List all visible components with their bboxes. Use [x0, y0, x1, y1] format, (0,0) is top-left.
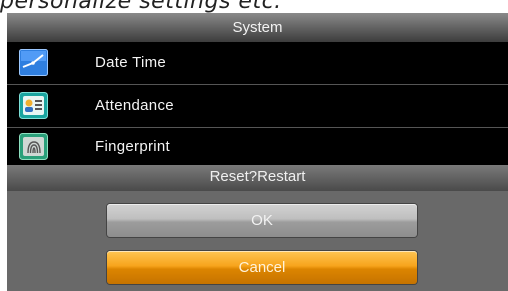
- ok-button[interactable]: OK: [107, 204, 417, 237]
- cancel-button[interactable]: Cancel: [107, 251, 417, 284]
- clock-icon: [19, 49, 48, 76]
- caption-text: personalize settings etc.: [0, 0, 282, 14]
- screen-title: System: [7, 13, 508, 42]
- menu-item-label: Date Time: [95, 54, 167, 71]
- fingerprint-icon: [19, 133, 48, 160]
- menu-item-fingerprint[interactable]: Fingerprint: [7, 128, 508, 165]
- dialog-title: Reset?Restart: [7, 165, 508, 191]
- attendance-icon: [19, 92, 48, 119]
- reset-dialog: Reset?Restart OK Cancel: [7, 165, 508, 291]
- menu-item-label: Fingerprint: [95, 138, 170, 155]
- menu-item-date-time[interactable]: Date Time: [7, 42, 508, 85]
- menu-item-attendance[interactable]: Attendance: [7, 85, 508, 128]
- device-screen: System Date Time Attendance Fingerprint …: [7, 13, 508, 291]
- menu-item-label: Attendance: [95, 97, 174, 114]
